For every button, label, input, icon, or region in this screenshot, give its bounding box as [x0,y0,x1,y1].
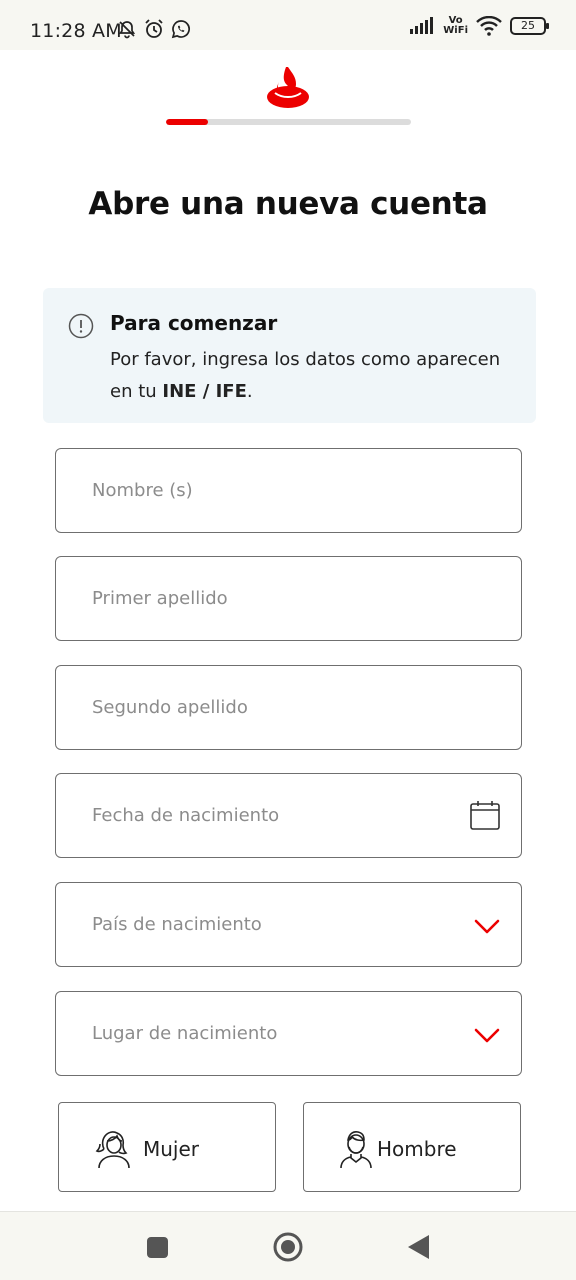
man-avatar-icon [340,1131,372,1169]
signal-icon [410,17,434,34]
first-name-field[interactable]: Nombre (s) [55,448,522,533]
birth-date-placeholder: Fecha de nacimiento [92,805,280,826]
status-bar: 11:28 AM Vo WiFi 25 [0,0,576,50]
birth-date-field[interactable]: Fecha de nacimiento [55,773,522,858]
vowifi-bottom: WiFi [443,25,468,36]
wifi-icon [476,16,502,36]
calendar-icon[interactable] [469,799,501,831]
gender-female-button[interactable]: Mujer [58,1102,276,1192]
birth-place-select[interactable]: Lugar de nacimiento [55,991,522,1076]
first-name-placeholder: Nombre (s) [92,480,193,501]
vowifi-indicator: Vo WiFi [443,16,468,36]
santander-flame-icon [267,67,309,108]
gender-male-label: Hombre [377,1137,457,1161]
chevron-down-icon [474,1028,500,1043]
status-notification-icons [117,18,191,40]
recents-square-icon[interactable] [140,1230,174,1264]
info-exclamation-icon [68,313,94,339]
second-last-name-field[interactable]: Segundo apellido [55,665,522,750]
info-banner: Para comenzar Por favor, ingresa los dat… [43,288,536,423]
birth-country-placeholder: País de nacimiento [92,914,262,935]
battery-indicator: 25 [510,17,549,35]
status-time: 11:28 AM [30,20,122,42]
info-body-end: . [246,381,253,402]
first-last-name-placeholder: Primer apellido [92,588,228,609]
second-last-name-placeholder: Segundo apellido [92,697,248,718]
woman-avatar-icon [95,1131,130,1169]
home-circle-icon[interactable] [271,1230,305,1264]
bell-off-icon [118,21,136,39]
whatsapp-icon [171,20,190,39]
first-last-name-field[interactable]: Primer apellido [55,556,522,641]
system-nav-bar [0,1211,576,1280]
gender-female-label: Mujer [143,1137,200,1161]
page-title: Abre una nueva cuenta [88,186,488,222]
progress-fill [166,119,208,125]
info-title: Para comenzar [110,311,278,335]
chevron-down-icon [474,919,500,934]
info-body-document: INE / IFE [162,381,247,402]
gender-male-button[interactable]: Hombre [303,1102,521,1192]
birth-country-select[interactable]: País de nacimiento [55,882,522,967]
alarm-icon [145,19,163,38]
onboarding-progress-bar [166,119,411,125]
info-body: Por favor, ingresa los datos como aparec… [110,344,515,408]
birth-place-placeholder: Lugar de nacimiento [92,1023,278,1044]
status-system-icons: Vo WiFi 25 [409,16,549,36]
back-triangle-icon[interactable] [402,1230,436,1264]
